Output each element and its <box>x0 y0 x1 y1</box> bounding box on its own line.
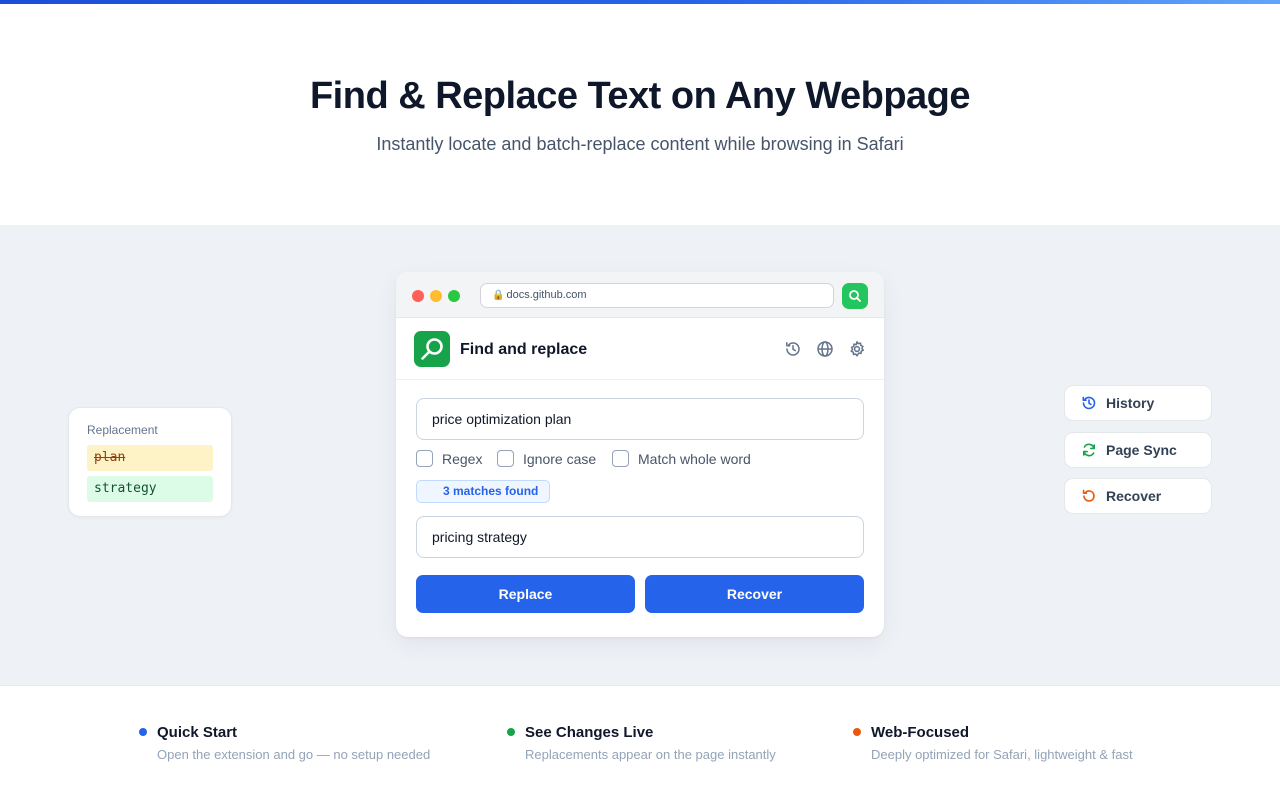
ignore-case-option[interactable]: Ignore case <box>497 450 596 467</box>
browser-toolbar: 🔒 docs.github.com <box>396 272 884 318</box>
extension-button[interactable] <box>842 283 868 309</box>
sync-icon <box>1081 442 1097 458</box>
feature-title: Web-Focused <box>871 724 970 741</box>
history-pill-button[interactable]: History <box>1064 385 1212 421</box>
close-window-dot[interactable] <box>412 290 424 302</box>
page-sync-pill-label: Page Sync <box>1106 442 1177 458</box>
recover-pill-button[interactable]: Recover <box>1064 478 1212 514</box>
hero-section: Find & Replace Text on Any Webpage Insta… <box>0 4 1280 225</box>
recover-button[interactable]: Recover <box>645 575 864 613</box>
feature-description: Replacements appear on the page instantl… <box>525 747 776 762</box>
zoom-window-dot[interactable] <box>448 290 460 302</box>
extension-header: Find and replace <box>396 318 884 380</box>
minimize-window-dot[interactable] <box>430 290 442 302</box>
history-icon[interactable] <box>784 340 802 358</box>
feature-title: See Changes Live <box>525 724 654 741</box>
replace-input[interactable] <box>416 516 864 558</box>
match-whole-word-option[interactable]: Match whole word <box>612 450 751 467</box>
recover-icon <box>1081 488 1097 504</box>
page-title: Find & Replace Text on Any Webpage <box>309 75 971 117</box>
address-bar[interactable]: 🔒 docs.github.com <box>480 283 834 308</box>
page-sync-pill-button[interactable]: Page Sync <box>1064 432 1212 468</box>
settings-gear-icon[interactable] <box>848 340 866 358</box>
search-options: Regex Ignore case Match whole word <box>416 450 864 468</box>
feature-bullet <box>139 728 147 736</box>
browser-window: 🔒 docs.github.com Find and replace price… <box>396 272 884 637</box>
feature-bullet <box>507 728 515 736</box>
replaced-text-new: strategy <box>87 476 213 502</box>
regex-label: Regex <box>442 450 483 467</box>
lock-icon: 🔒 <box>492 290 505 301</box>
ignore-case-checkbox[interactable] <box>497 450 514 467</box>
match-whole-word-label: Match whole word <box>638 450 751 467</box>
search-icon <box>849 290 861 302</box>
demo-stage: Replacement plan strategy History Page S… <box>0 225 1280 686</box>
history-icon <box>1081 395 1097 411</box>
recover-pill-label: Recover <box>1106 488 1162 504</box>
feature-bullet <box>853 728 861 736</box>
matches-count-badge: 3 matches found <box>416 480 550 503</box>
feature-description: Deeply optimized for Safari, lightweight… <box>871 747 1133 762</box>
magnifier-logo-icon <box>421 338 443 360</box>
address-bar-url: docs.github.com <box>506 289 587 301</box>
find-input[interactable] <box>416 398 864 440</box>
feature-description: Open the extension and go — no setup nee… <box>157 747 431 762</box>
replacement-label: Replacement <box>87 423 158 437</box>
app-logo <box>414 331 450 367</box>
page-subtitle: Instantly locate and batch-replace conte… <box>376 134 904 154</box>
replace-button[interactable]: Replace <box>416 575 635 613</box>
regex-option[interactable]: Regex <box>416 450 482 467</box>
extension-title: Find and replace <box>460 341 588 358</box>
regex-checkbox[interactable] <box>416 450 433 467</box>
match-whole-word-checkbox[interactable] <box>612 450 629 467</box>
globe-icon[interactable] <box>816 340 834 358</box>
replacement-preview-card: Replacement plan strategy <box>68 407 232 517</box>
replaced-text-old: plan <box>87 445 213 471</box>
history-pill-label: History <box>1106 395 1155 411</box>
ignore-case-label: Ignore case <box>523 450 597 467</box>
feature-title: Quick Start <box>157 724 238 741</box>
